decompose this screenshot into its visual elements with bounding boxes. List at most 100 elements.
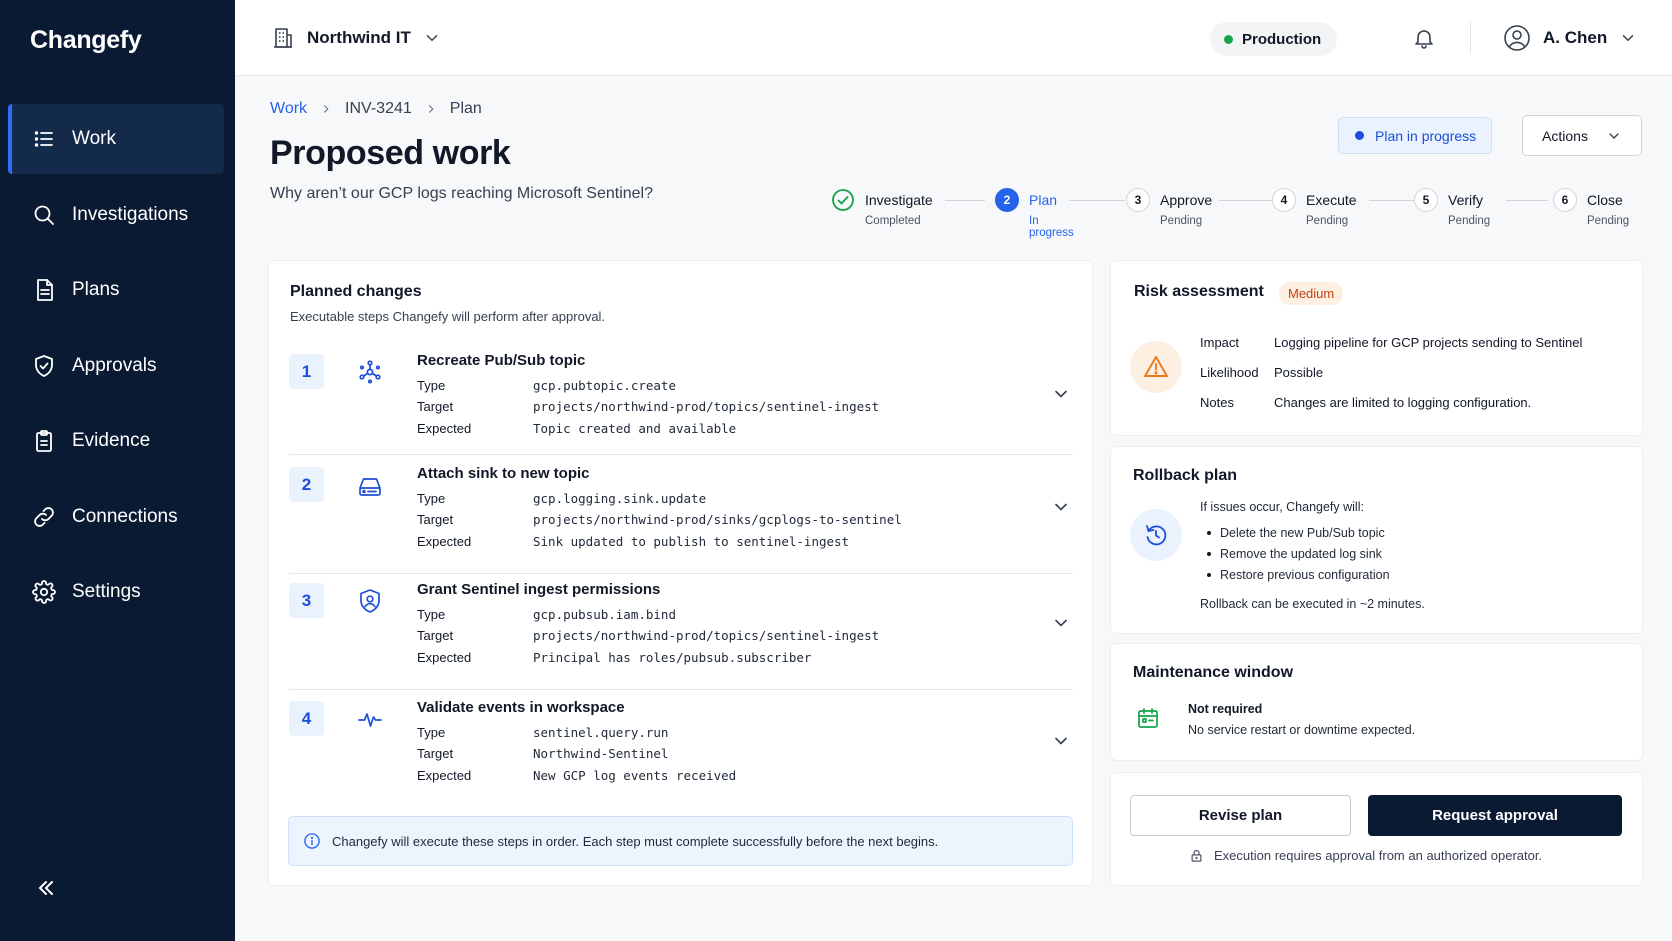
target-value: projects/northwind-prod/topics/sentinel-… — [533, 628, 880, 643]
rollback-plan-card: Rollback plan If issues occur, Changefy … — [1110, 446, 1643, 634]
planned-step: 1 Recreate Pub/Sub topic Type gcp.pubtopi… — [289, 352, 1073, 455]
planned-step: 3 Grant Sentinel ingest permissions Type… — [289, 581, 1073, 690]
step-title: Grant Sentinel ingest permissions — [417, 581, 661, 598]
planned-changes-title: Planned changes — [290, 283, 422, 300]
step-label: Close — [1587, 192, 1623, 208]
step-verify[interactable]: 5 Verify Pending — [1414, 188, 1490, 227]
stepper-connector — [1369, 200, 1414, 201]
risk-row-value: Changes are limited to logging configura… — [1274, 395, 1532, 410]
chevron-right-icon — [428, 105, 434, 113]
stepper-connector — [1219, 200, 1272, 201]
list-item: Restore previous configuration — [1207, 564, 1390, 585]
sidebar-item-work[interactable]: Work — [8, 104, 224, 174]
sidebar-item-investigations[interactable]: Investigations — [8, 180, 224, 250]
step-label: Execute — [1306, 192, 1357, 208]
check-circle-icon — [832, 189, 854, 211]
step-execute[interactable]: 4 Execute Pending — [1272, 188, 1357, 227]
execution-order-text: Changefy will execute these steps in ord… — [332, 833, 939, 849]
sidebar-item-settings[interactable]: Settings — [8, 557, 224, 627]
step-plan[interactable]: 2 Plan In progress — [995, 188, 1074, 239]
environment-badge[interactable]: Production — [1210, 22, 1338, 56]
breadcrumb-work[interactable]: Work — [270, 100, 307, 118]
chevron-down-icon — [1055, 390, 1067, 398]
type-value: gcp.pubtopic.create — [533, 378, 676, 393]
chevron-down-icon — [1609, 132, 1619, 139]
sidebar-item-label: Settings — [72, 581, 141, 602]
sidebar-item-label: Approvals — [72, 354, 157, 376]
type-label: Type — [417, 378, 446, 393]
org-switcher[interactable]: Northwind IT — [271, 26, 441, 50]
user-menu[interactable]: A. Chen — [1503, 24, 1637, 52]
sidebar-item-connections[interactable]: Connections — [8, 482, 224, 552]
stepper-connector — [945, 200, 985, 201]
stepper-connector — [1069, 200, 1125, 201]
sidebar-nav: Work Investigations Plans Approvals Evid… — [8, 104, 224, 633]
step-close[interactable]: 6 Close Pending — [1553, 188, 1629, 227]
warning-icon — [1144, 356, 1168, 377]
shield-check-icon — [35, 354, 53, 377]
target-value: Northwind-Sentinel — [533, 746, 669, 761]
type-value: sentinel.query.run — [533, 725, 669, 740]
step-approve[interactable]: 3 Approve Pending — [1126, 188, 1212, 227]
rollback-icon — [1146, 525, 1167, 546]
step-label: Plan — [1029, 192, 1058, 208]
expand-step-button[interactable] — [1051, 731, 1071, 751]
approval-note-text: Execution requires approval from an auth… — [1214, 848, 1543, 863]
expected-value: Topic created and available — [533, 421, 737, 436]
request-approval-button[interactable]: Request approval — [1368, 795, 1622, 836]
approval-requirement-note: Execution requires approval from an auth… — [1189, 848, 1542, 863]
step-completed-indicator — [831, 188, 855, 212]
step-title: Validate events in workspace — [417, 699, 625, 716]
maintenance-window-title: Maintenance window — [1133, 664, 1294, 681]
notifications-button[interactable] — [1412, 26, 1436, 55]
step-number-badge: 2 — [289, 467, 324, 502]
actions-label: Actions — [1542, 127, 1588, 144]
search-icon — [34, 205, 54, 225]
execution-order-notice: Changefy will execute these steps in ord… — [288, 816, 1073, 866]
planned-step: 4 Validate events in workspace Type senti… — [289, 699, 1073, 801]
sidebar-item-approvals[interactable]: Approvals — [8, 331, 224, 401]
step-number-badge: 1 — [289, 354, 324, 389]
maintenance-description: No service restart or downtime expected. — [1188, 723, 1416, 737]
sidebar-item-label: Evidence — [72, 430, 151, 451]
step-status: Pending — [1448, 215, 1491, 227]
step-status: Pending — [1160, 215, 1203, 227]
type-label: Type — [417, 725, 446, 740]
step-number: 3 — [1126, 188, 1150, 212]
expected-value: New GCP log events received — [533, 768, 737, 783]
risk-row-value: Possible — [1274, 365, 1324, 380]
risk-level-badge: Medium — [1279, 282, 1344, 305]
actions-dropdown-button[interactable]: Actions — [1522, 115, 1642, 156]
step-title: Recreate Pub/Sub topic — [417, 352, 586, 369]
breadcrumb-investigation[interactable]: INV-3241 — [345, 100, 412, 118]
sidebar-item-label: Investigations — [72, 203, 189, 225]
rollback-duration-note: Rollback can be executed in ~2 minutes. — [1200, 597, 1425, 611]
risk-assessment-title: Risk assessment — [1134, 283, 1264, 300]
breadcrumb-current: Plan — [449, 100, 482, 117]
expand-step-button[interactable] — [1051, 384, 1071, 404]
risk-row-label: Likelihood — [1200, 365, 1259, 380]
pubsub-icon — [356, 358, 384, 386]
expand-step-button[interactable] — [1051, 613, 1071, 633]
revise-plan-button[interactable]: Revise plan — [1130, 795, 1351, 836]
step-investigate[interactable]: Investigate Completed — [831, 188, 933, 227]
step-number: 5 — [1414, 188, 1438, 212]
calendar-icon — [1136, 706, 1160, 735]
status-dot — [1355, 131, 1364, 140]
environment-label: Production — [1242, 30, 1322, 48]
step-number-badge: 4 — [289, 701, 324, 736]
chevron-down-icon — [1622, 35, 1634, 42]
bell-icon — [1415, 30, 1433, 49]
collapse-sidebar-button[interactable] — [34, 876, 58, 900]
rollback-icon-container — [1130, 509, 1182, 561]
topbar-divider — [1470, 22, 1471, 54]
sidebar-item-plans[interactable]: Plans — [8, 255, 224, 325]
step-label: Investigate — [865, 192, 933, 208]
list-item: Remove the updated log sink — [1207, 543, 1390, 564]
expand-step-button[interactable] — [1051, 497, 1071, 517]
sidebar-item-evidence[interactable]: Evidence — [8, 406, 224, 476]
target-label: Target — [417, 399, 454, 414]
target-value: projects/northwind-prod/sinks/gcplogs-to… — [533, 512, 902, 527]
rollback-plan-title: Rollback plan — [1133, 467, 1238, 484]
expected-label: Expected — [417, 650, 472, 665]
